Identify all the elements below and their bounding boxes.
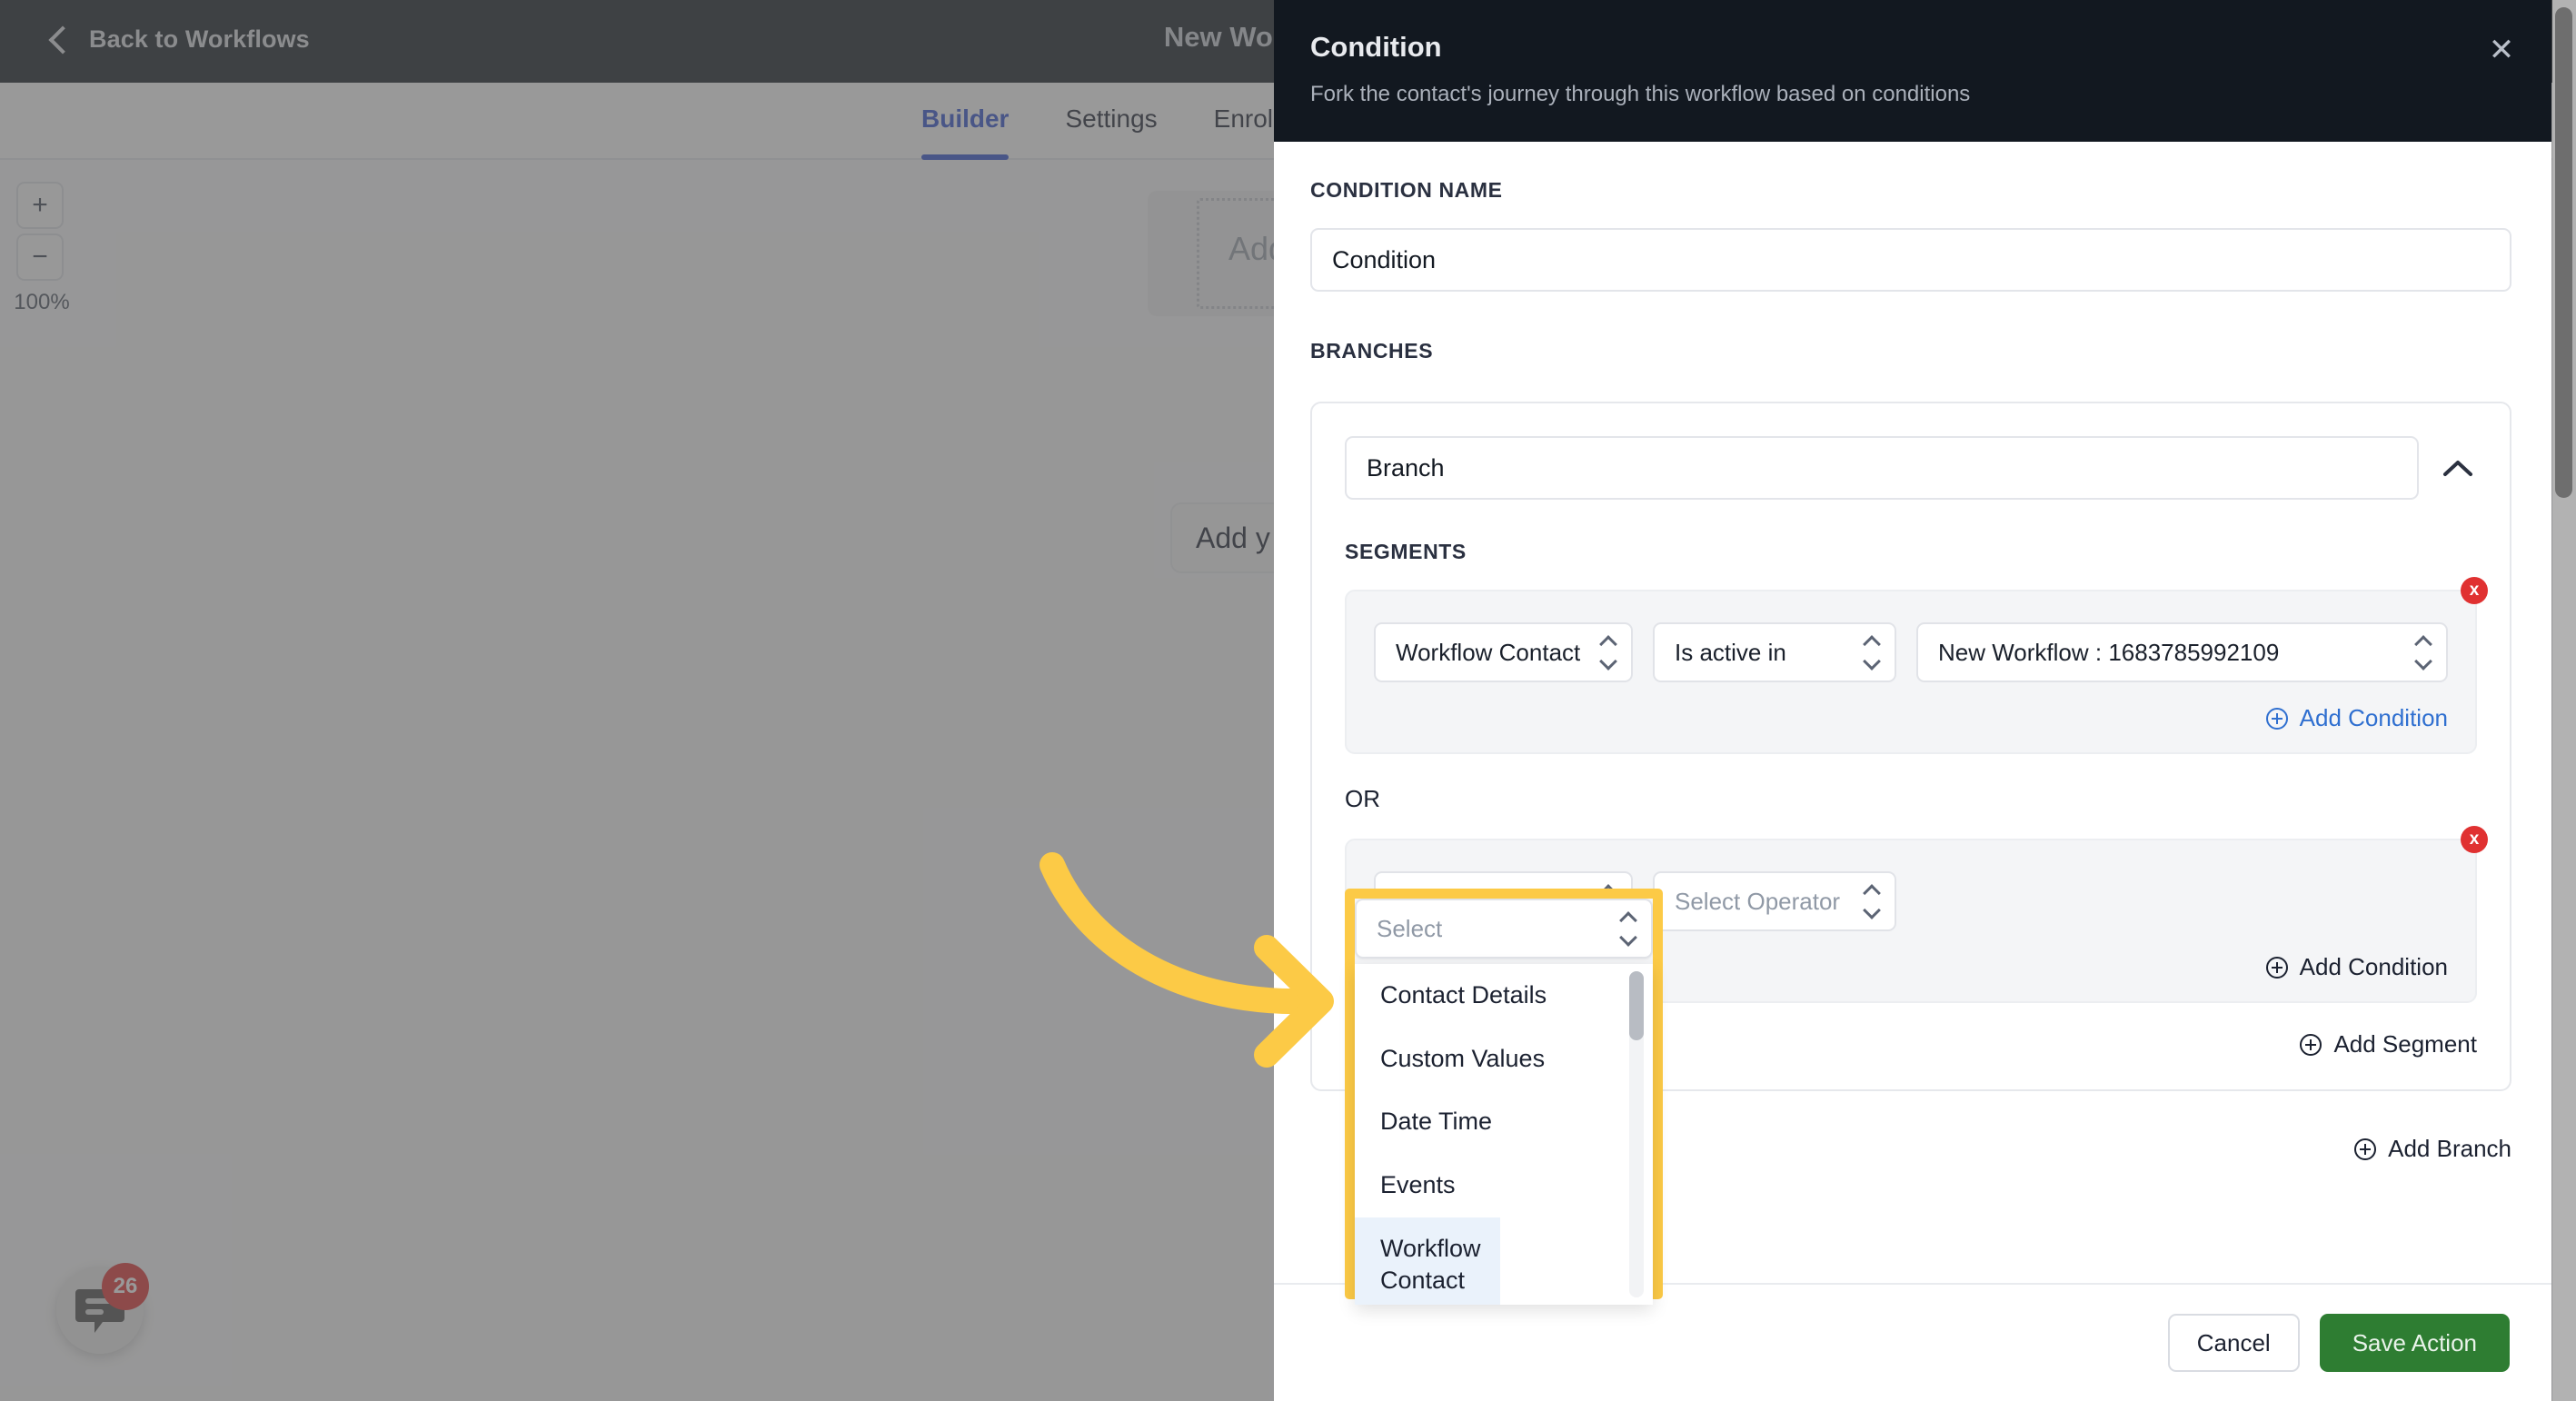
page-scrollbar-thumb[interactable]	[2555, 7, 2572, 498]
segment-card-1: x Workflow Contact Is active in New Work…	[1345, 577, 2488, 754]
delete-segment-button-2[interactable]: x	[2461, 826, 2488, 853]
dropdown-option-custom-values[interactable]: Custom Values	[1355, 1028, 1653, 1091]
add-condition-button-1[interactable]: Add Condition	[1374, 704, 2448, 732]
dropdown-scrollbar-thumb[interactable]	[1629, 971, 1644, 1040]
segments-label: SEGMENTS	[1345, 540, 1467, 563]
dropdown-option-events[interactable]: Events	[1355, 1154, 1653, 1217]
panel-subtitle: Fork the contact's journey through this …	[1310, 82, 1971, 106]
segment-value-value-1: New Workflow : 1683785992109	[1938, 638, 2280, 666]
chevron-updown-icon	[1863, 634, 1881, 671]
dropdown-menu[interactable]: Contact Details Custom Values Date Time …	[1355, 964, 1653, 1305]
segment-operator-value-1: Is active in	[1675, 638, 1786, 666]
plus-circle-icon	[2300, 1033, 2322, 1056]
segment-row-1: Workflow Contact Is active in New Workfl…	[1374, 622, 2448, 682]
or-divider-label: OR	[1345, 785, 1380, 812]
annotation-arrow-icon	[1039, 852, 1334, 1068]
segment-operator-select-2[interactable]: Select Operator	[1653, 871, 1896, 931]
add-condition-label-1: Add Condition	[2299, 704, 2448, 731]
close-icon[interactable]: ✕	[2484, 35, 2519, 69]
save-action-button[interactable]: Save Action	[2319, 1314, 2510, 1372]
plus-circle-icon	[2354, 1138, 2377, 1160]
panel-header: Condition Fork the contact's journey thr…	[1274, 0, 2551, 142]
chevron-updown-icon	[1599, 634, 1617, 671]
condition-name-label: CONDITION NAME	[1310, 178, 1503, 202]
add-segment-label: Add Segment	[2333, 1030, 2477, 1058]
dropdown-trigger[interactable]: Select	[1355, 899, 1653, 959]
segment-field-select-1[interactable]: Workflow Contact	[1374, 622, 1633, 682]
chevron-up-glyph	[2443, 461, 2472, 476]
add-branch-label: Add Branch	[2388, 1135, 2511, 1162]
chevron-updown-icon	[1619, 910, 1637, 947]
segment-operator-select-1[interactable]: Is active in	[1653, 622, 1896, 682]
chevron-updown-icon	[1863, 883, 1881, 919]
panel-title: Condition	[1310, 31, 1442, 63]
dropdown-option-date-time[interactable]: Date Time	[1355, 1090, 1653, 1154]
chevron-updown-icon	[2414, 634, 2432, 671]
add-condition-label-2: Add Condition	[2299, 953, 2448, 980]
segment-operator-value-2: Select Operator	[1675, 887, 1841, 915]
branch-header-row: Branch	[1345, 436, 2477, 500]
dropdown-option-workflow-contact[interactable]: Workflow Contact	[1355, 1217, 1500, 1305]
plus-circle-icon	[2265, 707, 2288, 730]
branches-label: BRANCHES	[1310, 339, 1434, 363]
plus-circle-icon	[2265, 956, 2288, 979]
dropdown-option-contact-details[interactable]: Contact Details	[1355, 964, 1653, 1028]
cancel-button[interactable]: Cancel	[2167, 1314, 2300, 1372]
segment-field-value-1: Workflow Contact	[1396, 638, 1581, 666]
field-select-dropdown: Select Contact Details Custom Values Dat…	[1355, 899, 1653, 1305]
delete-segment-button-1[interactable]: x	[2461, 577, 2488, 604]
branch-name-input[interactable]: Branch	[1345, 436, 2419, 500]
segment-value-select-1[interactable]: New Workflow : 1683785992109	[1916, 622, 2448, 682]
chevron-up-icon[interactable]	[2439, 449, 2477, 487]
condition-name-input[interactable]: Condition	[1310, 228, 2511, 292]
dropdown-trigger-value: Select	[1377, 914, 1443, 942]
